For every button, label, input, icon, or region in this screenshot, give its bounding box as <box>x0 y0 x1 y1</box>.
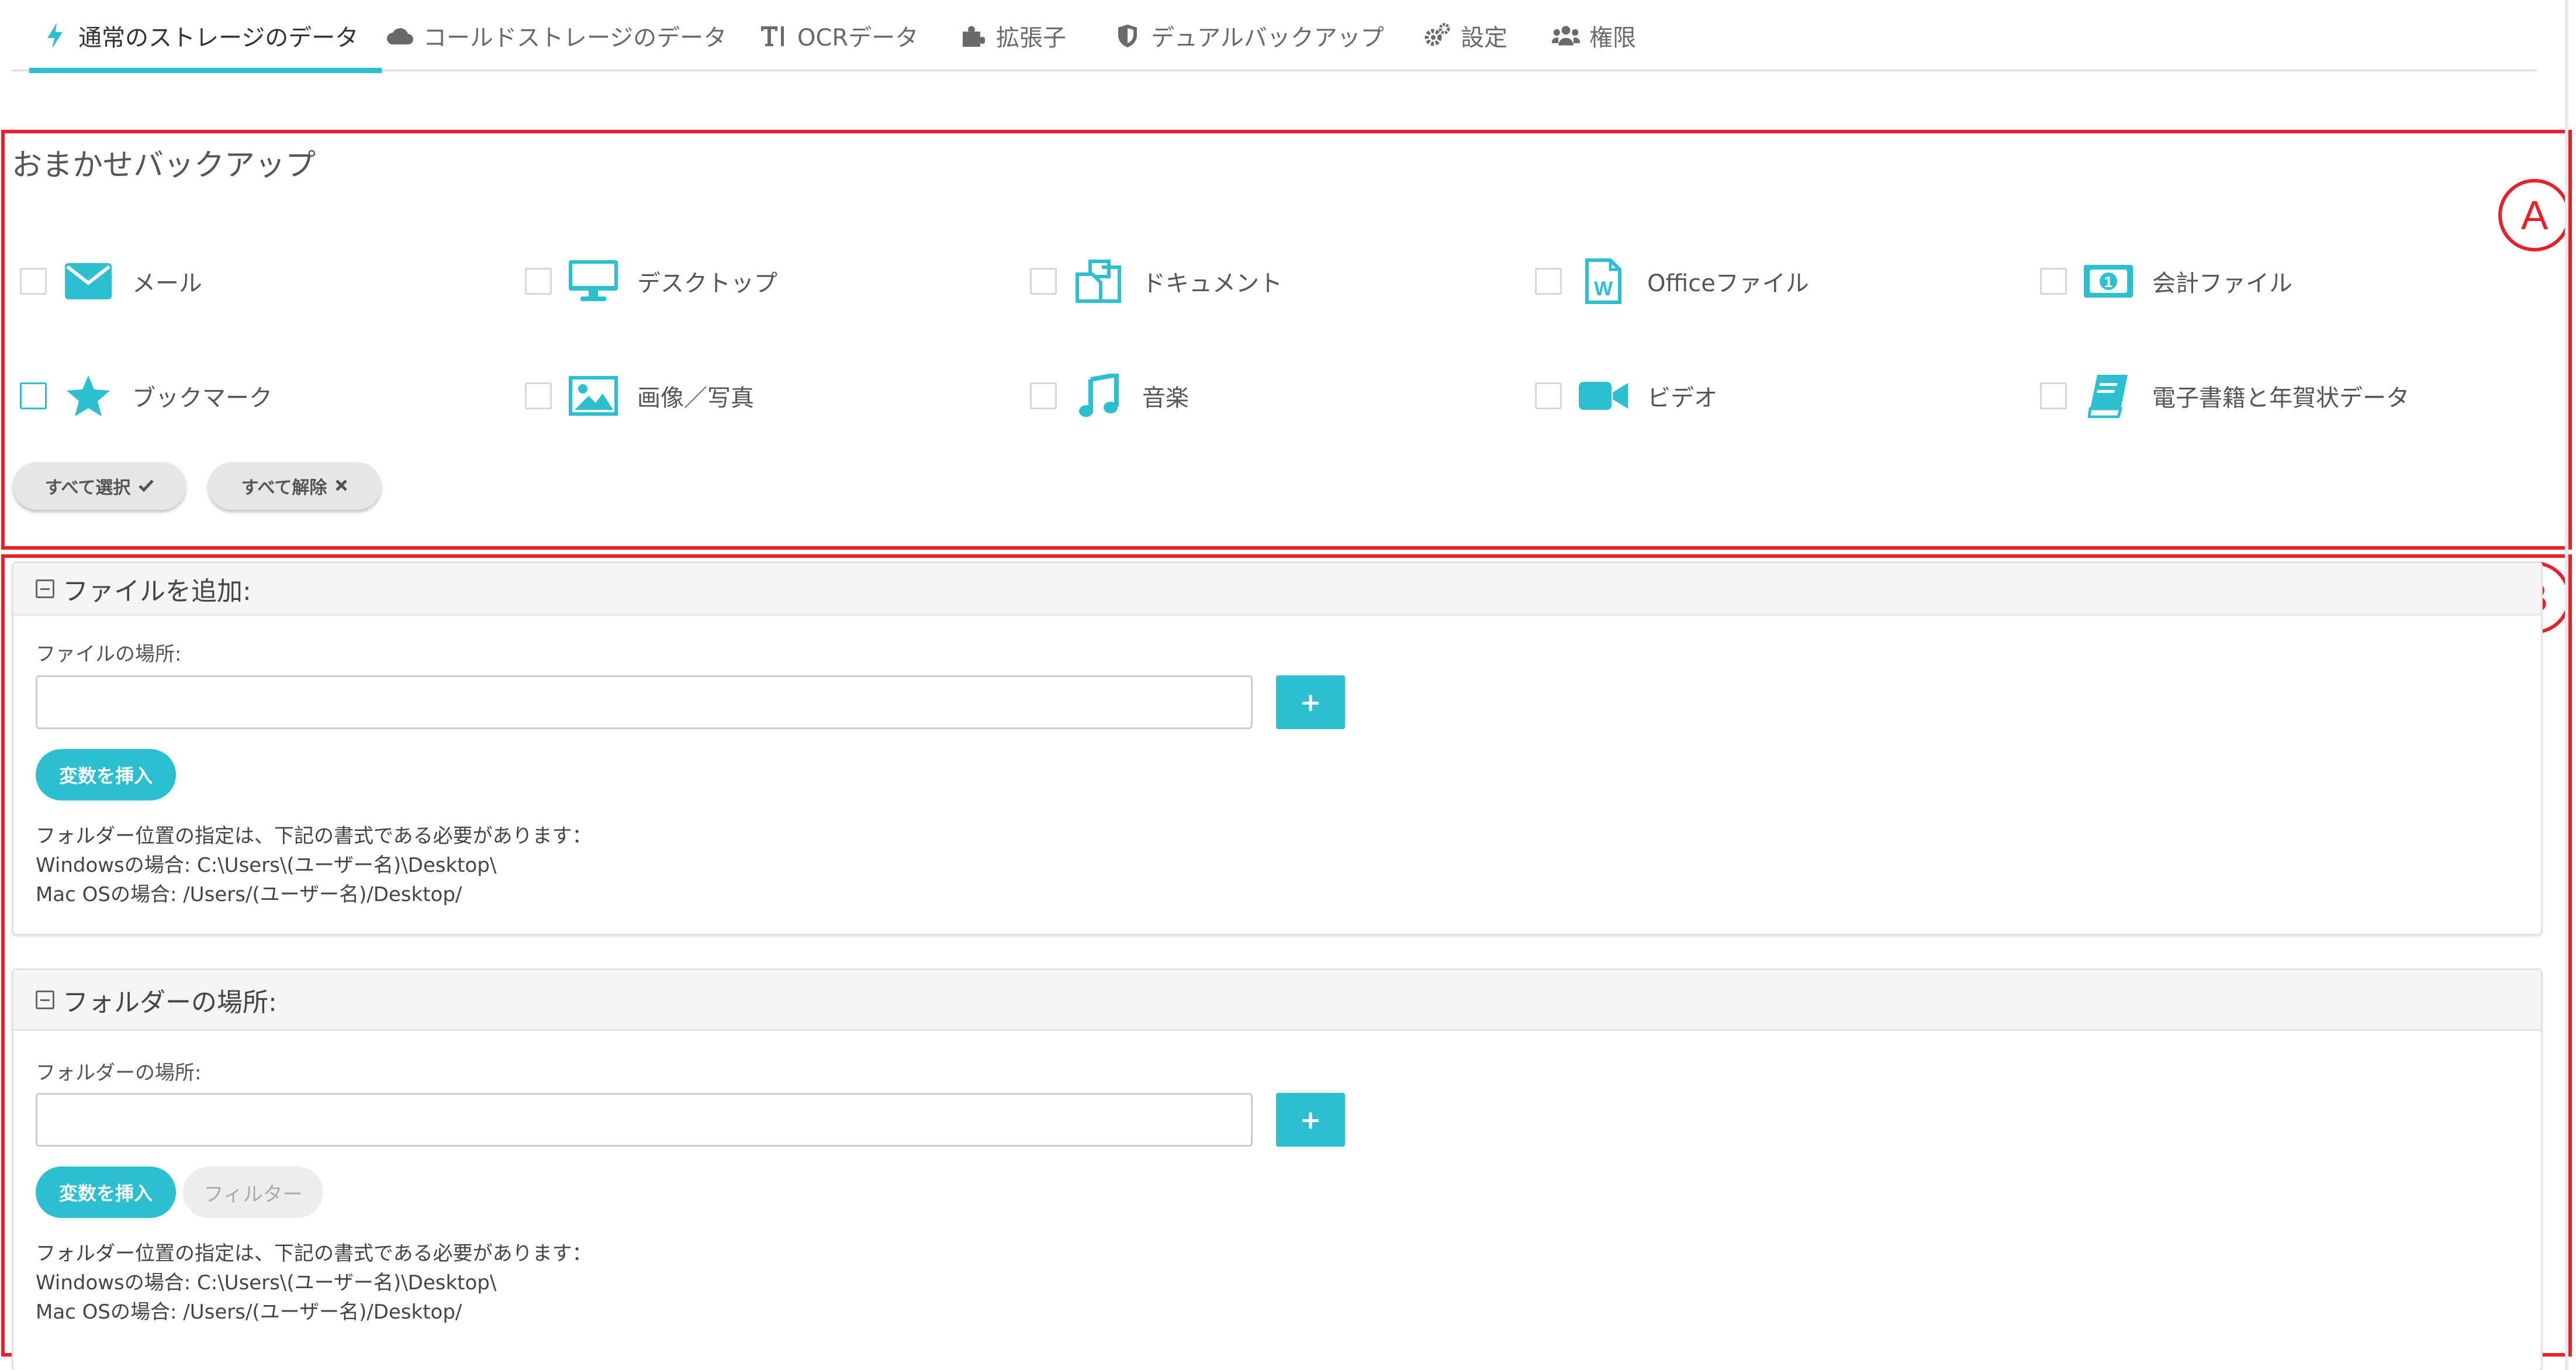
category-music[interactable]: 音楽 <box>1030 370 1189 422</box>
tab-permissions[interactable]: 権限 <box>1552 0 1636 71</box>
collapse-icon[interactable] <box>36 579 54 598</box>
note-line: フォルダー位置の指定は、下記の書式である必要があります： <box>36 824 592 848</box>
file-location-label: ファイルの場所: <box>36 643 182 666</box>
category-label: 電子書籍と年賀状データ <box>2152 385 2409 412</box>
category-label: 画像／写真 <box>637 385 754 412</box>
category-label: ビデオ <box>1647 385 1717 412</box>
svg-text:W: W <box>1594 278 1613 300</box>
desktop-icon <box>568 258 618 305</box>
tab-label: 設定 <box>1461 25 1507 51</box>
insert-variable-button[interactable]: 変数を挿入 <box>36 1167 176 1218</box>
tab-label: 権限 <box>1589 25 1636 51</box>
text-icon <box>760 22 788 50</box>
path-format-note: フォルダー位置の指定は、下記の書式である必要があります： Windowsの場合:… <box>36 822 592 909</box>
category-documents[interactable]: ドキュメント <box>1030 255 1282 308</box>
category-checkbox[interactable] <box>2040 268 2067 295</box>
envelope-icon <box>63 258 113 305</box>
folder-location-input[interactable] <box>36 1093 1253 1147</box>
add-folder-button[interactable]: + <box>1276 1093 1345 1147</box>
category-label: Officeファイル <box>1647 270 1809 297</box>
category-label: メール <box>132 270 202 297</box>
puzzle-icon <box>959 22 987 50</box>
category-accounting-files[interactable]: 1 会計ファイル <box>2040 255 2293 308</box>
note-line: フォルダー位置の指定は、下記の書式である必要があります： <box>36 1242 592 1265</box>
tab-extensions[interactable]: 拡張子 <box>959 0 1066 71</box>
shield-icon <box>1114 22 1142 50</box>
category-checkbox[interactable] <box>1535 268 1562 295</box>
image-icon <box>568 372 618 419</box>
tab-label: 通常のストレージのデータ <box>78 25 359 51</box>
category-label: 音楽 <box>1142 385 1189 412</box>
deselect-all-button[interactable]: すべて解除 <box>208 462 381 510</box>
gears-icon <box>1423 22 1451 50</box>
note-line: Mac OSの場合: /Users/(ユーザー名)/Desktop/ <box>36 883 462 906</box>
svg-text:1: 1 <box>2104 273 2112 291</box>
note-line: Windowsの場合: C:\Users\(ユーザー名)\Desktop\ <box>36 1271 497 1295</box>
filter-button[interactable]: フィルター <box>183 1167 323 1218</box>
category-label: ドキュメント <box>1142 270 1282 297</box>
path-format-note: フォルダー位置の指定は、下記の書式である必要があります： Windowsの場合:… <box>36 1239 592 1327</box>
callout-badge-a: A <box>2498 179 2571 251</box>
auto-backup-title: おまかせバックアップ <box>12 148 316 183</box>
tab-cold-storage[interactable]: コールドストレージのデータ <box>386 0 727 71</box>
note-line: Mac OSの場合: /Users/(ユーザー名)/Desktop/ <box>36 1300 462 1324</box>
music-icon <box>1073 372 1123 419</box>
money-icon: 1 <box>2083 258 2134 305</box>
tab-ocr[interactable]: OCRデータ <box>760 0 918 71</box>
category-checkbox[interactable] <box>1030 382 1057 409</box>
bolt-icon <box>41 22 69 50</box>
star-icon <box>63 372 113 419</box>
category-mail[interactable]: メール <box>20 255 202 308</box>
category-video[interactable]: ビデオ <box>1535 370 1717 422</box>
category-checkbox[interactable] <box>1030 268 1057 295</box>
add-file-panel-header[interactable]: ファイルを追加: <box>13 563 2541 616</box>
category-bookmarks[interactable]: ブックマーク <box>20 370 272 422</box>
category-label: デスクトップ <box>637 270 777 297</box>
category-office-files[interactable]: W Officeファイル <box>1535 255 1809 308</box>
category-checkbox[interactable] <box>1535 382 1562 409</box>
tab-label: 拡張子 <box>996 25 1066 51</box>
insert-variable-button[interactable]: 変数を挿入 <box>36 749 176 800</box>
category-ebooks[interactable]: 電子書籍と年賀状データ <box>2040 370 2409 422</box>
folder-location-panel: フォルダーの場所: フォルダーの場所: + 変数を挿入 フィルター フォルダー位… <box>12 968 2543 1370</box>
page-scrollbar[interactable] <box>2565 0 2568 1370</box>
book-icon <box>2083 372 2134 419</box>
category-checkbox[interactable] <box>20 382 47 409</box>
category-checkbox[interactable] <box>525 382 552 409</box>
category-checkbox[interactable] <box>525 268 552 295</box>
callout-frame-a <box>1 130 2572 550</box>
category-images[interactable]: 画像／写真 <box>525 370 754 422</box>
select-all-label: すべて選択 <box>44 478 131 498</box>
x-icon <box>335 476 348 496</box>
documents-icon <box>1073 258 1123 305</box>
add-file-button[interactable]: + <box>1276 675 1345 729</box>
tab-label: デュアルバックアップ <box>1151 25 1384 51</box>
category-checkbox[interactable] <box>20 268 47 295</box>
check-icon <box>139 476 154 496</box>
tab-settings[interactable]: 設定 <box>1423 0 1507 71</box>
add-file-panel: ファイルを追加: ファイルの場所: + 変数を挿入 フォルダー位置の指定は、下記… <box>12 561 2543 936</box>
category-desktop[interactable]: デスクトップ <box>525 255 777 308</box>
file-location-input[interactable] <box>36 675 1253 729</box>
users-icon <box>1552 22 1580 50</box>
cloud-icon <box>386 22 414 50</box>
category-label: ブックマーク <box>132 385 272 412</box>
deselect-all-label: すべて解除 <box>241 478 327 498</box>
tab-regular-storage[interactable]: 通常のストレージのデータ <box>29 0 382 73</box>
folder-location-label: フォルダーの場所: <box>36 1061 202 1085</box>
folder-location-panel-header[interactable]: フォルダーの場所: <box>13 970 2541 1031</box>
category-label: 会計ファイル <box>2152 270 2293 297</box>
select-all-button[interactable]: すべて選択 <box>13 462 186 510</box>
collapse-icon[interactable] <box>36 990 54 1009</box>
word-file-icon: W <box>1578 258 1628 305</box>
tab-label: OCRデータ <box>797 25 919 51</box>
tab-label: コールドストレージのデータ <box>423 25 727 51</box>
tab-dual-backup[interactable]: デュアルバックアップ <box>1114 0 1384 71</box>
tab-bar: 通常のストレージのデータ コールドストレージのデータ OCRデータ 拡張子 デュ… <box>12 0 2537 73</box>
add-file-title: ファイルを追加: <box>63 576 251 606</box>
video-icon <box>1578 372 1628 419</box>
note-line: Windowsの場合: C:\Users\(ユーザー名)\Desktop\ <box>36 854 497 877</box>
category-checkbox[interactable] <box>2040 382 2067 409</box>
folder-location-title: フォルダーの場所: <box>63 987 277 1017</box>
